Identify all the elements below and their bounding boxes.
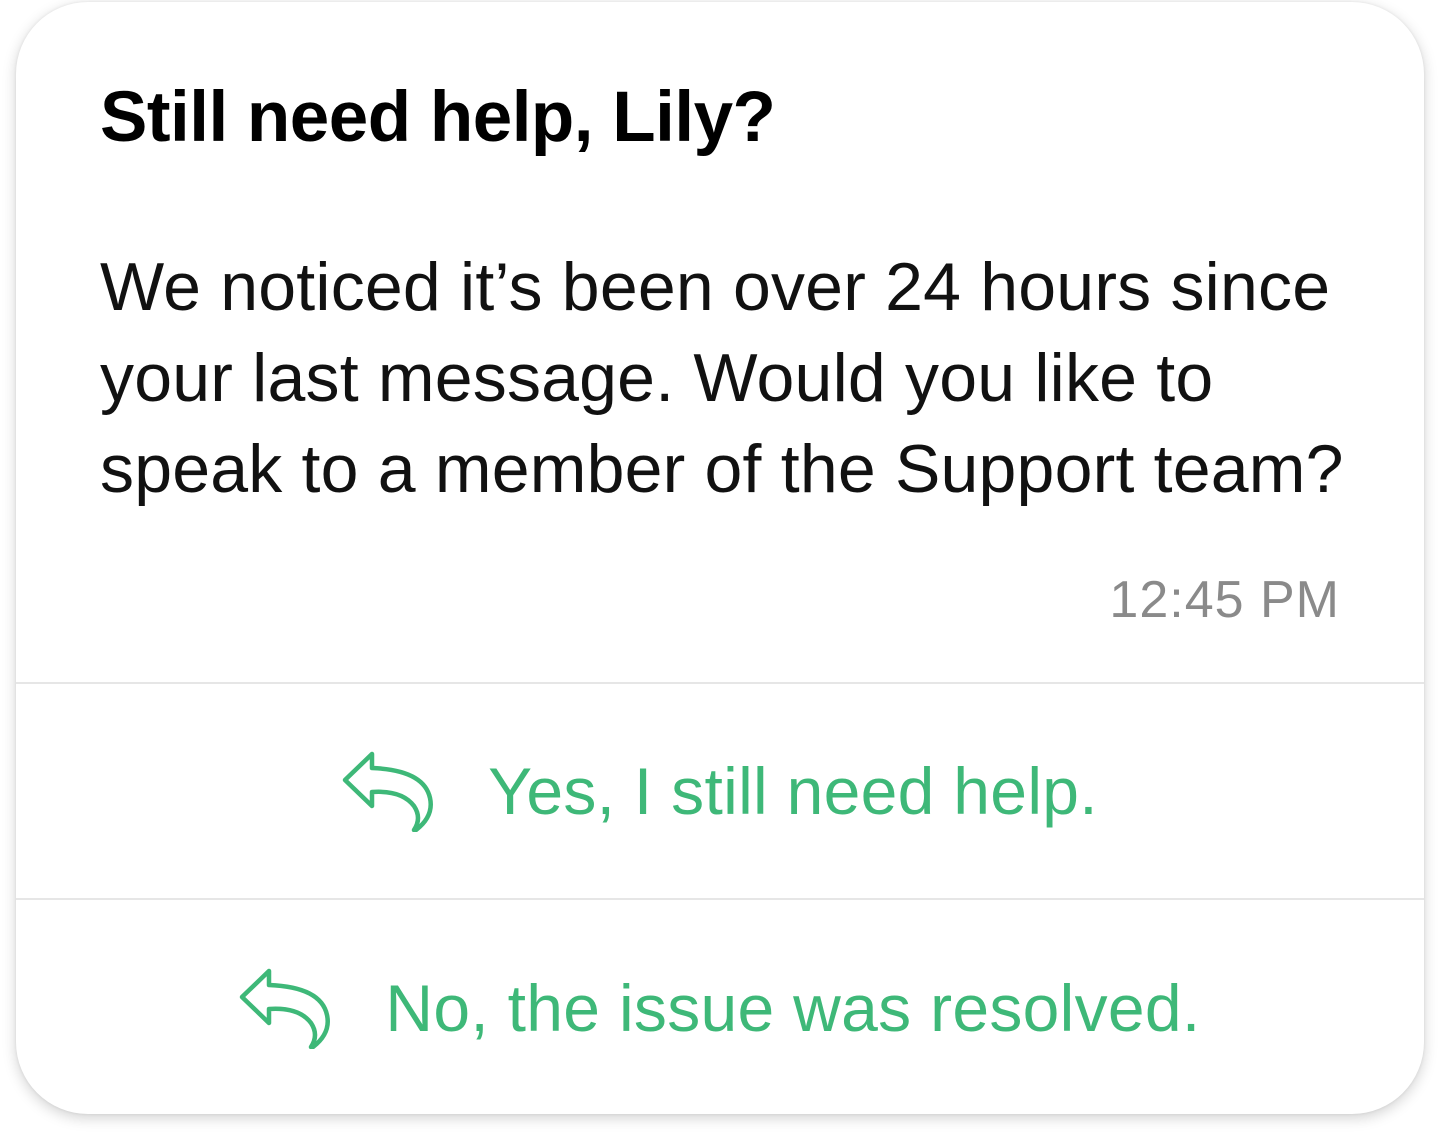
message-section: Still need help, Lily? We noticed it’s b… <box>16 2 1424 682</box>
message-body: We noticed it’s been over 24 hours since… <box>100 249 1344 507</box>
option-label: Yes, I still need help. <box>488 754 1098 828</box>
no-issue-resolved-button[interactable]: No, the issue was resolved. <box>16 898 1424 1114</box>
message-title: Still need help, Lily? <box>100 78 776 157</box>
help-prompt-card: Still need help, Lily? We noticed it’s b… <box>16 2 1424 1114</box>
option-label: No, the issue was resolved. <box>385 971 1201 1045</box>
message-timestamp: 12:45 PM <box>1109 571 1340 629</box>
yes-need-help-button[interactable]: Yes, I still need help. <box>16 682 1424 898</box>
reply-arrow-icon <box>239 967 333 1049</box>
reply-arrow-icon <box>342 750 436 832</box>
